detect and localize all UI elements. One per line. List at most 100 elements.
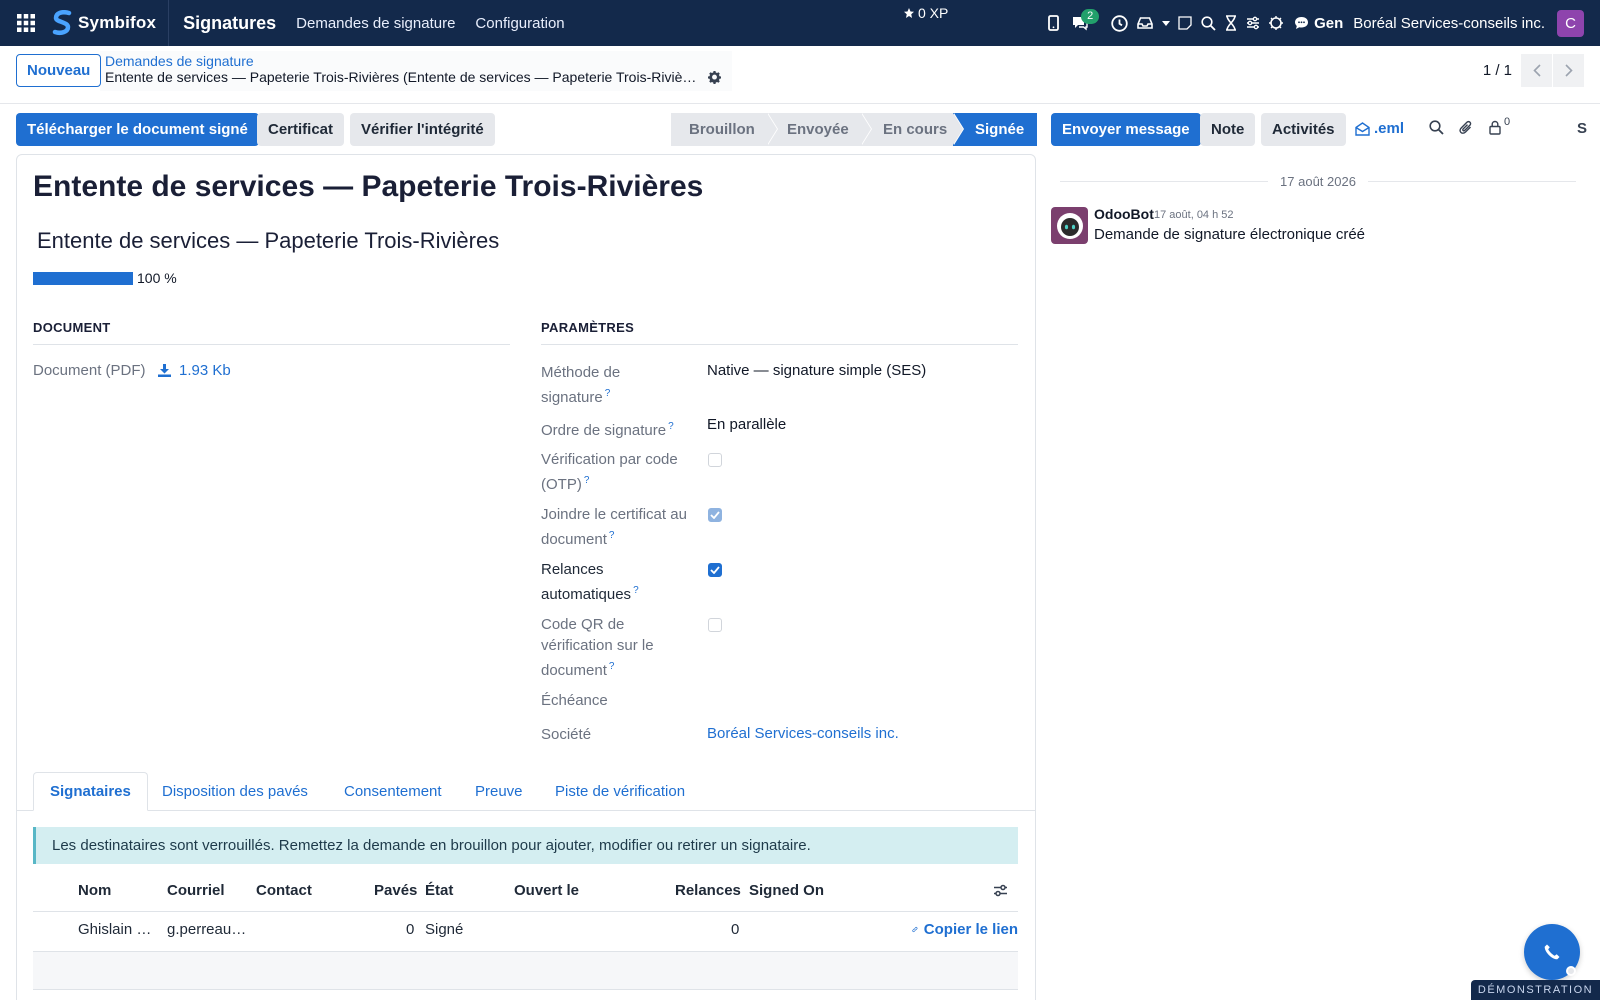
followers-button[interactable]: 0 <box>1488 116 1510 135</box>
status-draft[interactable]: Brouillon <box>671 113 778 146</box>
reminders-checkbox[interactable] <box>708 563 722 577</box>
new-button[interactable]: Nouveau <box>16 54 102 87</box>
help-mark[interactable]: ? <box>633 585 639 596</box>
odoobot-avatar[interactable] <box>1051 207 1088 244</box>
status-in-progress-label: En cours <box>883 121 948 138</box>
checkmark-icon <box>710 566 720 574</box>
envelope-open-icon <box>1355 121 1370 136</box>
chatter-date: 17 août 2026 <box>1280 174 1356 189</box>
inbox-icon[interactable] <box>1132 0 1158 46</box>
document-download-link[interactable]: 1.93 Kb <box>158 362 231 379</box>
gen-assistant-button[interactable]: Gen <box>1294 15 1343 32</box>
tab-consent[interactable]: Consentement <box>328 772 458 811</box>
xp-value: 0 XP <box>918 5 949 21</box>
record-title[interactable]: Entente de services — Papeterie Trois-Ri… <box>33 170 703 204</box>
column-header-reminders[interactable]: Relances <box>675 882 741 899</box>
pager-next-button[interactable] <box>1553 54 1584 87</box>
status-in-progress[interactable]: En cours <box>861 113 964 146</box>
status-sent[interactable]: Envoyée <box>767 113 872 146</box>
column-header-opened[interactable]: Ouvert le <box>514 882 579 899</box>
tab-proof[interactable]: Preuve <box>459 772 539 811</box>
attach-cert-checkbox[interactable] <box>708 508 722 522</box>
caret-down-icon[interactable] <box>1158 0 1174 46</box>
column-header-email[interactable]: Courriel <box>167 882 225 899</box>
activities-button[interactable]: Activités <box>1261 113 1346 146</box>
chat-bubble-icon <box>1295 17 1309 29</box>
status-draft-label: Brouillon <box>689 121 755 138</box>
status-sent-label: Envoyée <box>787 121 849 138</box>
pager-previous-button[interactable] <box>1521 54 1552 87</box>
help-mark[interactable]: ? <box>584 475 590 486</box>
column-header-signed-on[interactable]: Signed On <box>749 882 824 899</box>
help-mark[interactable]: ? <box>668 421 674 432</box>
help-mark[interactable]: ? <box>609 530 615 541</box>
copy-link-button[interactable]: Copier le lien <box>912 921 1018 938</box>
column-header-contact[interactable]: Contact <box>256 882 312 899</box>
column-header-name[interactable]: Nom <box>78 882 111 899</box>
params-section-header: PARAMÈTRES <box>541 320 1018 345</box>
tab-signers[interactable]: Signataires <box>33 772 148 811</box>
search-icon[interactable] <box>1196 0 1220 46</box>
verify-integrity-button[interactable]: Vérifier l'intégrité <box>350 113 495 146</box>
eml-download-button[interactable]: .eml <box>1355 120 1404 137</box>
app-title[interactable]: Signatures <box>183 13 276 34</box>
status-signed[interactable]: Signée <box>953 113 1037 146</box>
column-settings-icon[interactable] <box>993 884 1008 897</box>
signer-email-cell[interactable]: g.perreault@papeterie-tr.ca <box>167 921 247 938</box>
brand-logo[interactable]: Symbifox <box>52 0 170 46</box>
method-value[interactable]: Native — signature simple (SES) <box>707 362 926 379</box>
discuss-icon[interactable]: 2 <box>1066 0 1106 46</box>
tab-field-layout[interactable]: Disposition des pavés <box>146 772 324 811</box>
table-empty-row <box>33 952 1018 990</box>
breadcrumb-parent[interactable]: Demandes de signature <box>105 53 254 69</box>
apps-menu-icon[interactable] <box>0 0 52 46</box>
clock-icon[interactable] <box>1106 0 1132 46</box>
paperclip-icon[interactable] <box>1459 120 1473 136</box>
help-mark[interactable]: ? <box>609 661 615 672</box>
reminders-label: Relances automatiques? <box>541 559 691 605</box>
menu-configuration[interactable]: Configuration <box>475 15 564 32</box>
log-note-button[interactable]: Note <box>1200 113 1256 146</box>
qr-checkbox[interactable] <box>708 618 722 632</box>
attach-cert-label-text: Joindre le certificat au document <box>541 506 687 548</box>
brand-name: Symbifox <box>78 13 157 32</box>
column-header-state[interactable]: État <box>425 882 453 899</box>
signature-progress-bar <box>33 272 133 285</box>
help-mark[interactable]: ? <box>605 388 611 399</box>
note-icon[interactable] <box>1174 0 1196 46</box>
company-value[interactable]: Boréal Services-conseils inc. <box>707 725 899 742</box>
otp-checkbox[interactable] <box>708 453 722 467</box>
hourglass-icon[interactable] <box>1220 0 1242 46</box>
chevron-right-icon <box>1564 64 1573 77</box>
signer-name-cell[interactable]: Ghislain Perreault <box>78 921 160 938</box>
order-value[interactable]: En parallèle <box>707 416 786 433</box>
chatter-search-icon[interactable] <box>1429 120 1444 135</box>
lock-icon <box>1489 120 1501 135</box>
download-signed-button[interactable]: Télécharger le document signé <box>16 113 259 146</box>
bug-icon[interactable] <box>1264 0 1288 46</box>
record-subtitle[interactable]: Entente de services — Papeterie Trois-Ri… <box>37 228 499 254</box>
deadline-label: Échéance <box>541 692 608 709</box>
presence-dot <box>1566 966 1576 976</box>
menu-signature-requests[interactable]: Demandes de signature <box>296 15 455 32</box>
gear-icon[interactable] <box>708 71 721 84</box>
send-message-button[interactable]: Envoyer message <box>1051 113 1201 146</box>
followers-count: 0 <box>1504 116 1511 128</box>
sliders-icon[interactable] <box>1242 0 1264 46</box>
signer-state-cell: Signé <box>425 921 464 938</box>
message-author[interactable]: OdooBot <box>1094 206 1154 222</box>
user-avatar[interactable]: C <box>1557 9 1584 37</box>
column-header-fields[interactable]: Pavés <box>374 882 417 899</box>
certificate-button[interactable]: Certificat <box>257 113 345 146</box>
pager-value[interactable]: 1 / 1 <box>1483 62 1512 79</box>
mobile-icon[interactable] <box>1040 0 1066 46</box>
download-icon <box>158 364 171 377</box>
tab-audit-trail[interactable]: Piste de vérification <box>539 772 701 811</box>
chevron-left-icon <box>1532 64 1541 77</box>
checkmark-icon <box>710 511 720 519</box>
message-body: Demande de signature électronique créé <box>1094 226 1366 243</box>
company-switcher[interactable]: Boréal Services-conseils inc. <box>1353 15 1545 32</box>
document-label: Document (PDF) <box>33 362 146 379</box>
xp-counter[interactable]: 0 XP <box>903 5 948 21</box>
method-label-text: Méthode de signature <box>541 364 621 406</box>
